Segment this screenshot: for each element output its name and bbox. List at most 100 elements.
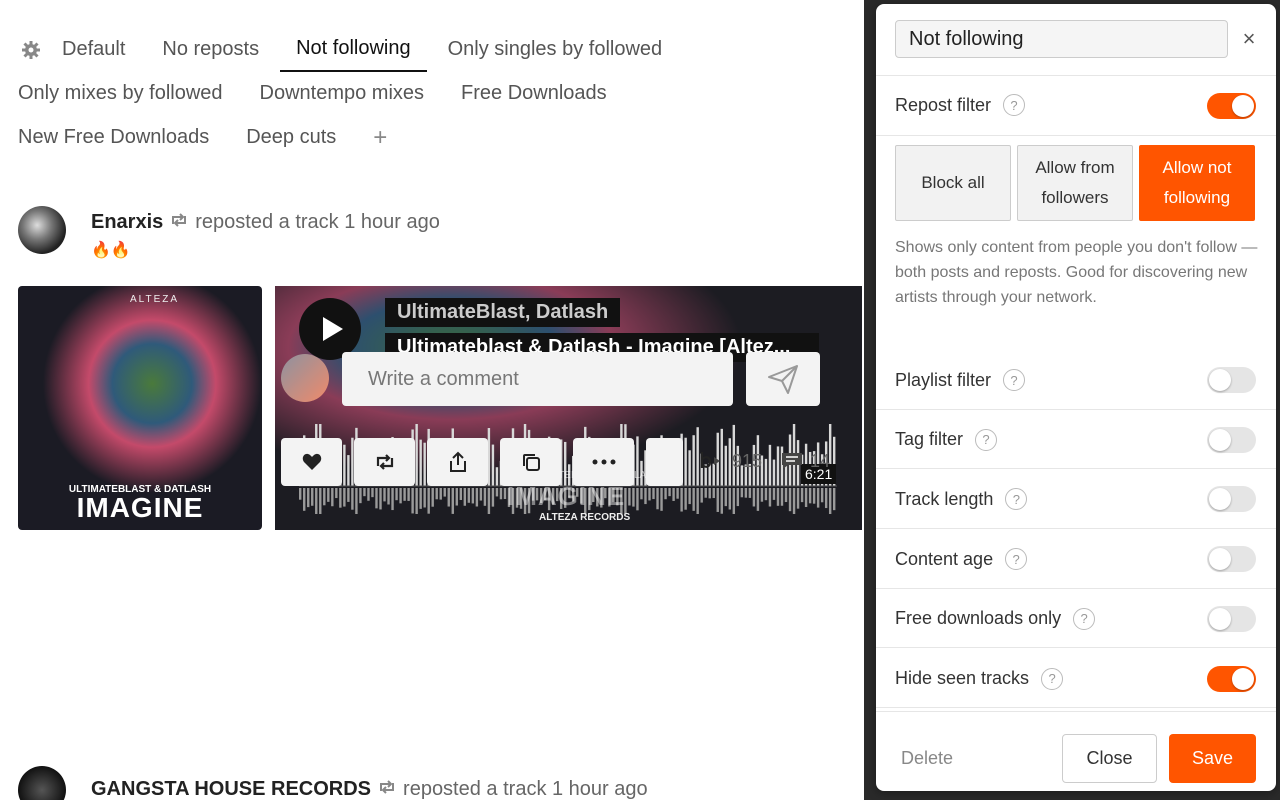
avatar xyxy=(281,354,329,402)
extra-action-button[interactable] xyxy=(646,438,683,486)
waveform-reflection-bar xyxy=(391,488,394,511)
comment-icon xyxy=(782,453,803,469)
waveform-reflection-bar xyxy=(367,488,370,501)
repost-filter-description: Shows only content from people you don't… xyxy=(895,239,1258,306)
save-button[interactable]: Save xyxy=(1169,734,1256,783)
waveform-reflection-bar xyxy=(736,488,740,507)
hide-seen-tracks-toggle[interactable] xyxy=(1207,665,1256,692)
waveform-reflection-bar xyxy=(315,488,318,514)
tab-only-mixes-by-followed[interactable]: Only mixes by followed xyxy=(18,74,223,115)
waveform-reflection-bar xyxy=(636,488,639,511)
track-artist[interactable]: UltimateBlast, Datlash xyxy=(385,298,621,327)
waveform-reflection-bar xyxy=(403,488,406,501)
waveform-reflection-bar xyxy=(371,488,374,498)
waveform-reflection-bar xyxy=(804,488,808,508)
waveform-reflection-bar xyxy=(752,488,756,507)
repost-icon xyxy=(377,778,397,800)
waveform-reflection-bar xyxy=(439,488,442,500)
tab-default[interactable]: Default xyxy=(62,30,125,71)
playlist-filter-toggle[interactable] xyxy=(1207,367,1256,393)
repost-button[interactable] xyxy=(354,438,415,486)
waveform-reflection-bar xyxy=(455,488,458,506)
waveform-reflection-bar xyxy=(427,488,430,514)
waveform-reflection-bar xyxy=(463,488,467,506)
panel-footer: Delete Close Save xyxy=(876,711,1276,791)
track-artwork[interactable]: ALTEZA ULTIMATEBLAST & DATLASH IMAGINE xyxy=(18,286,262,530)
send-icon xyxy=(768,365,798,394)
feed-tabs: Default No reposts Not following Only si… xyxy=(18,28,858,160)
play-button[interactable] xyxy=(299,298,361,360)
waveform-reflection-bar xyxy=(828,488,832,514)
help-icon[interactable]: ? xyxy=(1003,94,1026,116)
help-icon[interactable]: ? xyxy=(1005,548,1028,571)
share-button[interactable] xyxy=(427,438,488,486)
avatar[interactable] xyxy=(18,766,66,800)
post-username[interactable]: GANGSTA HOUSE RECORDS xyxy=(91,778,371,800)
help-icon[interactable]: ? xyxy=(975,428,998,451)
content-age-row: Content age? xyxy=(876,529,1276,589)
close-button[interactable]: Close xyxy=(1062,734,1157,783)
tab-not-following[interactable]: Not following xyxy=(280,29,427,72)
avatar[interactable] xyxy=(18,206,66,254)
help-icon[interactable]: ? xyxy=(1041,667,1064,690)
content-age-toggle[interactable] xyxy=(1207,546,1256,573)
waveform-reflection-bar xyxy=(399,488,402,504)
repost-filter-label: Repost filter ? xyxy=(895,94,1026,116)
repost-filter-toggle[interactable] xyxy=(1207,93,1256,119)
segment-allow-not-following[interactable]: Allow not following xyxy=(1139,145,1255,221)
waveform-reflection-bar xyxy=(331,488,334,507)
tab-only-singles-by-followed[interactable]: Only singles by followed xyxy=(448,30,663,71)
artwork-logo: ALTEZA xyxy=(130,294,180,305)
waveform-reflection-bar xyxy=(487,488,491,514)
filter-label: Playlist filter xyxy=(895,369,992,390)
waveform-reflection-bar xyxy=(648,488,651,501)
waveform-reflection-bar xyxy=(760,488,764,502)
post-username[interactable]: Enarxis xyxy=(91,211,163,234)
filter-name-input[interactable] xyxy=(895,20,1228,58)
waveform-reflection-bar xyxy=(788,488,792,512)
waveform-reflection-bar xyxy=(784,488,788,503)
tab-no-reposts[interactable]: No reposts xyxy=(162,30,259,71)
waveform-reflection-bar xyxy=(363,488,366,497)
waveform-reflection-bar xyxy=(471,488,475,504)
filter-label: Tag filter xyxy=(895,429,964,450)
waveform-reflection-bar xyxy=(732,488,736,514)
hide-seen-tracks-row: Hide seen tracks? xyxy=(876,649,1276,709)
track-length-toggle[interactable] xyxy=(1207,486,1256,513)
waveform-reflection-bar xyxy=(832,488,836,511)
tab-new-free-downloads[interactable]: New Free Downloads xyxy=(18,118,209,159)
tab-free-downloads[interactable]: Free Downloads xyxy=(461,74,607,115)
segment-block-all[interactable]: Block all xyxy=(895,145,1011,221)
waveform-reflection-bar xyxy=(676,488,679,499)
waveform-reflection-bar xyxy=(776,488,780,506)
close-icon[interactable]: × xyxy=(1239,26,1259,51)
waveform-reflection-bar xyxy=(379,488,382,510)
delete-button[interactable]: Delete xyxy=(901,748,953,769)
tab-downtempo-mixes[interactable]: Downtempo mixes xyxy=(260,74,425,115)
waveform-reflection-bar xyxy=(479,488,483,501)
waveform-reflection-bar xyxy=(395,488,398,501)
segment-allow-from-followers[interactable]: Allow from followers xyxy=(1017,145,1133,221)
waveform-reflection-bar xyxy=(820,488,824,503)
tab-deep-cuts[interactable]: Deep cuts xyxy=(246,118,336,159)
free-downloads-only-toggle[interactable] xyxy=(1207,605,1256,632)
waveform-reflection-bar xyxy=(491,488,495,507)
help-icon[interactable]: ? xyxy=(1003,369,1026,391)
waveform-reflection-bar xyxy=(704,488,707,498)
comment-input[interactable] xyxy=(342,352,733,406)
help-icon[interactable]: ? xyxy=(1073,607,1096,630)
copy-link-button[interactable] xyxy=(500,438,561,486)
send-button[interactable] xyxy=(746,352,820,406)
track-stats: 915 14 xyxy=(696,450,830,472)
more-button[interactable] xyxy=(573,438,634,486)
add-tab-button[interactable]: + xyxy=(373,124,387,152)
tag-filter-toggle[interactable] xyxy=(1207,426,1256,453)
waveform-reflection-bar xyxy=(355,488,358,514)
waveform-reflection-bar xyxy=(311,488,314,506)
like-button[interactable] xyxy=(281,438,342,486)
gear-icon[interactable] xyxy=(18,37,44,63)
waveform-reflection-bar xyxy=(495,488,499,497)
help-icon[interactable]: ? xyxy=(1005,488,1028,511)
waveform-reflection-bar xyxy=(756,488,760,511)
waveform-reflection-bar xyxy=(800,488,804,503)
